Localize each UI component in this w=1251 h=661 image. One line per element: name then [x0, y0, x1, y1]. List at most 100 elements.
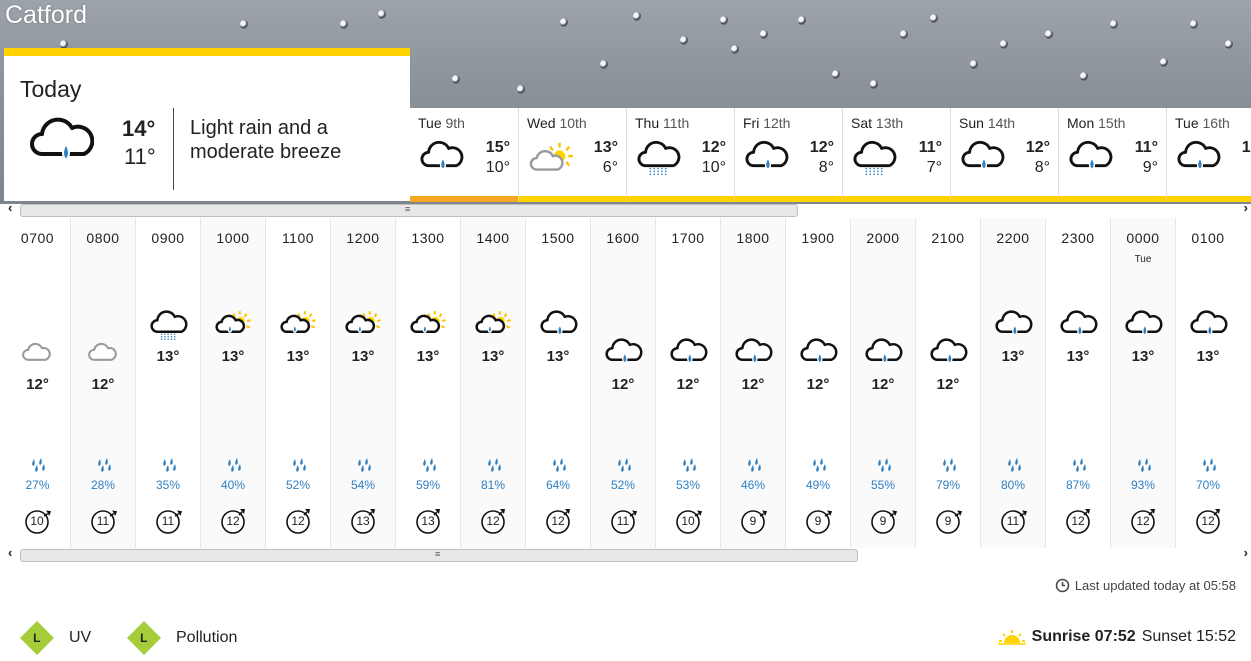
hour-column[interactable]: 1100 13° 52% 12	[265, 218, 330, 548]
scroll-right-icon[interactable]: ›	[1244, 545, 1248, 560]
scrollbar-thumb[interactable]: ≡	[20, 549, 858, 562]
today-summary[interactable]: Today 14° 11° Light rain and a moderate …	[4, 48, 410, 201]
pollution-label: Pollution	[176, 629, 238, 646]
hour-column[interactable]: 1200 13° 54% 13	[330, 218, 395, 548]
hour-column[interactable]: 2100 12° 79% 9	[915, 218, 980, 548]
wind-speed: 11	[161, 514, 175, 528]
rain-chance: 52%	[285, 478, 311, 492]
rain-drop	[870, 80, 878, 89]
uv-badge[interactable]: L UV	[20, 621, 91, 655]
rain-drop	[680, 36, 688, 45]
hour-column[interactable]: 0700 12° 27% 10	[5, 218, 70, 548]
day-label: Sun 14th	[959, 115, 1016, 131]
cloud-rain-icon	[28, 116, 95, 166]
day-low-temp: 8°	[818, 159, 834, 176]
cloud-rain-icon	[961, 140, 1005, 178]
sun-cloud-rain-icon	[345, 310, 383, 340]
hour-column[interactable]: 0100 13° 70% 12	[1175, 218, 1240, 548]
rain-chance: 80%	[1000, 478, 1026, 492]
rain-drop	[240, 20, 248, 29]
day-card-fri-12th[interactable]: Fri 12th 12° 8°	[734, 108, 842, 202]
pollution-level-icon: L	[127, 621, 161, 655]
hour-temp: 12°	[806, 376, 830, 393]
grey-cloud-icon	[85, 338, 123, 368]
clock-icon	[1055, 578, 1070, 593]
cloud-rain-icon	[1177, 140, 1221, 178]
day-card-tue-9th[interactable]: Tue 9th 15° 10°	[410, 108, 518, 202]
hour-temp: 12°	[26, 376, 49, 393]
wind-speed: 9	[814, 514, 822, 528]
wind-speed: 12	[1071, 514, 1085, 528]
scroll-left-icon[interactable]: ‹	[8, 545, 12, 560]
hour-column[interactable]: 1500 13° 64% 12	[525, 218, 590, 548]
cloud-rain-icon	[930, 338, 968, 368]
hour-column[interactable]: 0800 12° 28% 11	[70, 218, 135, 548]
hour-column[interactable]: 2300 13° 87% 12	[1045, 218, 1110, 548]
rain-drops-icon	[163, 458, 176, 472]
sunrise-time: Sunrise 07:52	[1031, 628, 1136, 645]
hour-temp: 12°	[91, 376, 115, 393]
day-high-temp: 15°	[485, 139, 510, 156]
rain-drop	[1190, 20, 1198, 29]
rain-drops-icon	[293, 458, 306, 472]
hourly-scrollbar[interactable]: ‹ ≡ ›	[5, 545, 1251, 562]
rain-chance: 28%	[90, 478, 116, 492]
rain-drop	[378, 10, 386, 19]
hour-column[interactable]: 1000 13° 40% 12	[200, 218, 265, 548]
wind-speed: 11	[96, 514, 110, 528]
day-card-sat-13th[interactable]: Sat 13th 11° 7°	[842, 108, 950, 202]
rain-drops-icon	[228, 458, 241, 472]
rain-drop	[517, 85, 525, 94]
rain-drops-icon	[358, 458, 371, 472]
daily-scrollbar[interactable]: ‹ ≡ ›	[5, 200, 1251, 217]
cloud-rain-icon	[745, 140, 789, 178]
hour-column[interactable]: 1400 13° 81% 12	[460, 218, 525, 548]
scroll-left-icon[interactable]: ‹	[8, 200, 12, 215]
hour-column[interactable]: 1700 12° 53% 10	[655, 218, 720, 548]
hour-column[interactable]: 0900 13° 35% 11	[135, 218, 200, 548]
wind-speed: 12	[1136, 514, 1150, 528]
rain-drop	[452, 75, 460, 84]
pollution-badge[interactable]: L Pollution	[127, 621, 238, 655]
hour-column[interactable]: 1600 12° 52% 11	[590, 218, 655, 548]
cloud-rain-icon	[1190, 310, 1228, 340]
hour-time: 2000	[866, 230, 900, 246]
day-card-tue-16th[interactable]: Tue 16th 12°	[1166, 108, 1251, 202]
rain-drops-icon	[618, 458, 631, 472]
hour-column[interactable]: 1900 12° 49% 9	[785, 218, 850, 548]
hour-column[interactable]: 0000 Tue 13° 93% 12	[1110, 218, 1175, 548]
hour-column[interactable]: 2000 12° 55% 9	[850, 218, 915, 548]
sun-cloud-rain-icon	[475, 310, 513, 340]
rain-chance: 27%	[25, 478, 50, 492]
today-low-temp: 11°	[124, 144, 156, 169]
day-card-mon-15th[interactable]: Mon 15th 11° 9°	[1058, 108, 1166, 202]
hour-temp: 12°	[741, 376, 765, 393]
day-card-sun-14th[interactable]: Sun 14th 12° 8°	[950, 108, 1058, 202]
hour-temp: 12°	[871, 376, 895, 393]
scrollbar-thumb[interactable]: ≡	[20, 204, 798, 217]
day-card-wed-10th[interactable]: Wed 10th 13° 6°	[518, 108, 626, 202]
sunrise-icon	[997, 630, 1026, 645]
last-updated-text: Last updated today at 05:58	[1074, 578, 1236, 593]
day-high-temp: 13°	[593, 139, 618, 156]
hour-time: 2300	[1061, 230, 1095, 246]
hour-column[interactable]: 2200 13° 80% 11	[980, 218, 1045, 548]
day-card-thu-11th[interactable]: Thu 11th 12° 10°	[626, 108, 734, 202]
day-label: Tue 9th	[418, 115, 465, 131]
rain-drop	[1160, 58, 1168, 67]
hour-column[interactable]: 1300 13° 59% 13	[395, 218, 460, 548]
rain-drops-icon	[813, 458, 826, 472]
uv-level-icon: L	[20, 621, 54, 655]
scroll-right-icon[interactable]: ›	[1244, 200, 1248, 215]
hour-temp: 13°	[1131, 348, 1155, 365]
hour-time: 1200	[346, 230, 380, 246]
day-low-temp: 10°	[485, 159, 510, 176]
cloud-rain-icon	[1125, 310, 1163, 340]
rain-drops-icon	[1008, 458, 1021, 472]
rain-chance: 35%	[155, 478, 181, 492]
hour-temp: 13°	[416, 348, 440, 365]
rain-chance: 81%	[480, 478, 506, 492]
rain-drop	[1110, 20, 1118, 29]
hour-temp: 13°	[286, 348, 310, 365]
hour-column[interactable]: 1800 12° 46% 9	[720, 218, 785, 548]
